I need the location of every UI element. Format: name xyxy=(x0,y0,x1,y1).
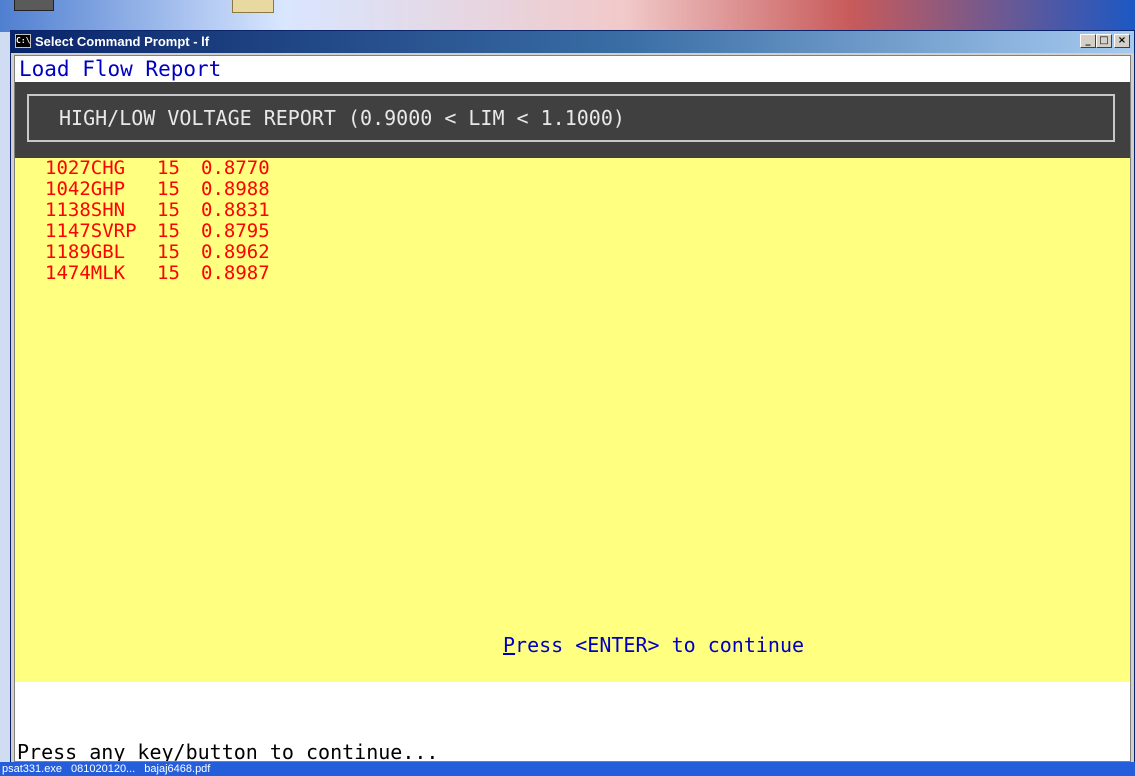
bus-name: 1138SHN xyxy=(45,199,126,221)
bus-kv: 15 xyxy=(157,199,180,221)
taskbar-item-psat[interactable]: psat331.exe xyxy=(0,762,66,776)
taskbar-item-folder[interactable]: 081020120... xyxy=(69,762,139,776)
bus-name: 1042GHP xyxy=(45,178,126,200)
bus-voltage: 0.8831 xyxy=(201,199,270,221)
press-enter-hotkey: P xyxy=(503,633,516,657)
bus-name: 1027CHG xyxy=(45,157,126,179)
bus-voltage: 0.8987 xyxy=(201,262,270,284)
bus-name: 1189GBL xyxy=(45,241,126,263)
report-row: 1189GBL 15 0.8962 xyxy=(45,242,301,263)
report-row: 1147SVRP 15 0.8795 xyxy=(45,221,301,242)
report-title: Load Flow Report xyxy=(15,56,1130,82)
report-row: 1042GHP 15 0.8988 xyxy=(45,179,301,200)
bus-kv: 15 xyxy=(157,157,180,179)
bus-kv: 15 xyxy=(157,178,180,200)
report-panel: 1027CHG 15 0.8770 1042GHP 15 0.8988 1138… xyxy=(15,158,1130,682)
console-area[interactable]: Load Flow Report HIGH/LOW VOLTAGE REPORT… xyxy=(14,55,1131,762)
taskbar: psat331.exe 081020120... bajaj6468.pdf xyxy=(0,762,1135,776)
desktop-background-left xyxy=(0,32,10,762)
desktop-icon[interactable] xyxy=(14,0,54,11)
bus-voltage: 0.8962 xyxy=(201,241,270,263)
continue-prompt: Press any key/button to continue... xyxy=(17,740,439,762)
minimize-button[interactable]: _ xyxy=(1080,34,1096,48)
bus-kv: 15 xyxy=(157,220,180,242)
bus-voltage: 0.8770 xyxy=(201,157,270,179)
bus-voltage: 0.8795 xyxy=(201,220,270,242)
report-row: 1138SHN 15 0.8831 xyxy=(45,200,301,221)
bus-kv: 15 xyxy=(157,241,180,263)
console-icon[interactable]: C:\ xyxy=(15,34,31,48)
bus-kv: 15 xyxy=(157,262,180,284)
press-enter-prompt[interactable]: Press <ENTER> to continue xyxy=(503,633,804,657)
bus-voltage: 0.8988 xyxy=(201,178,270,200)
desktop-background xyxy=(0,0,1135,32)
report-row: 1474MLK 15 0.8987 xyxy=(45,263,301,284)
close-button[interactable]: × xyxy=(1114,34,1130,48)
command-prompt-window: C:\ Select Command Prompt - lf _ □ × Loa… xyxy=(10,30,1135,765)
press-enter-text: ress <ENTER> to continue xyxy=(515,633,805,657)
desktop-icon[interactable] xyxy=(232,0,274,13)
bus-name: 1474MLK xyxy=(45,262,126,284)
report-header-band: HIGH/LOW VOLTAGE REPORT (0.9000 < LIM < … xyxy=(15,82,1130,158)
report-rows: 1027CHG 15 0.8770 1042GHP 15 0.8988 1138… xyxy=(45,158,301,284)
window-title: Select Command Prompt - lf xyxy=(35,34,210,49)
bus-name: 1147SVRP xyxy=(45,220,137,242)
taskbar-item-pdf[interactable]: bajaj6468.pdf xyxy=(142,762,214,776)
maximize-button[interactable]: □ xyxy=(1096,34,1112,48)
title-bar[interactable]: C:\ Select Command Prompt - lf _ □ × xyxy=(11,31,1134,53)
report-row: 1027CHG 15 0.8770 xyxy=(45,158,301,179)
voltage-report-header: HIGH/LOW VOLTAGE REPORT (0.9000 < LIM < … xyxy=(27,94,1115,142)
